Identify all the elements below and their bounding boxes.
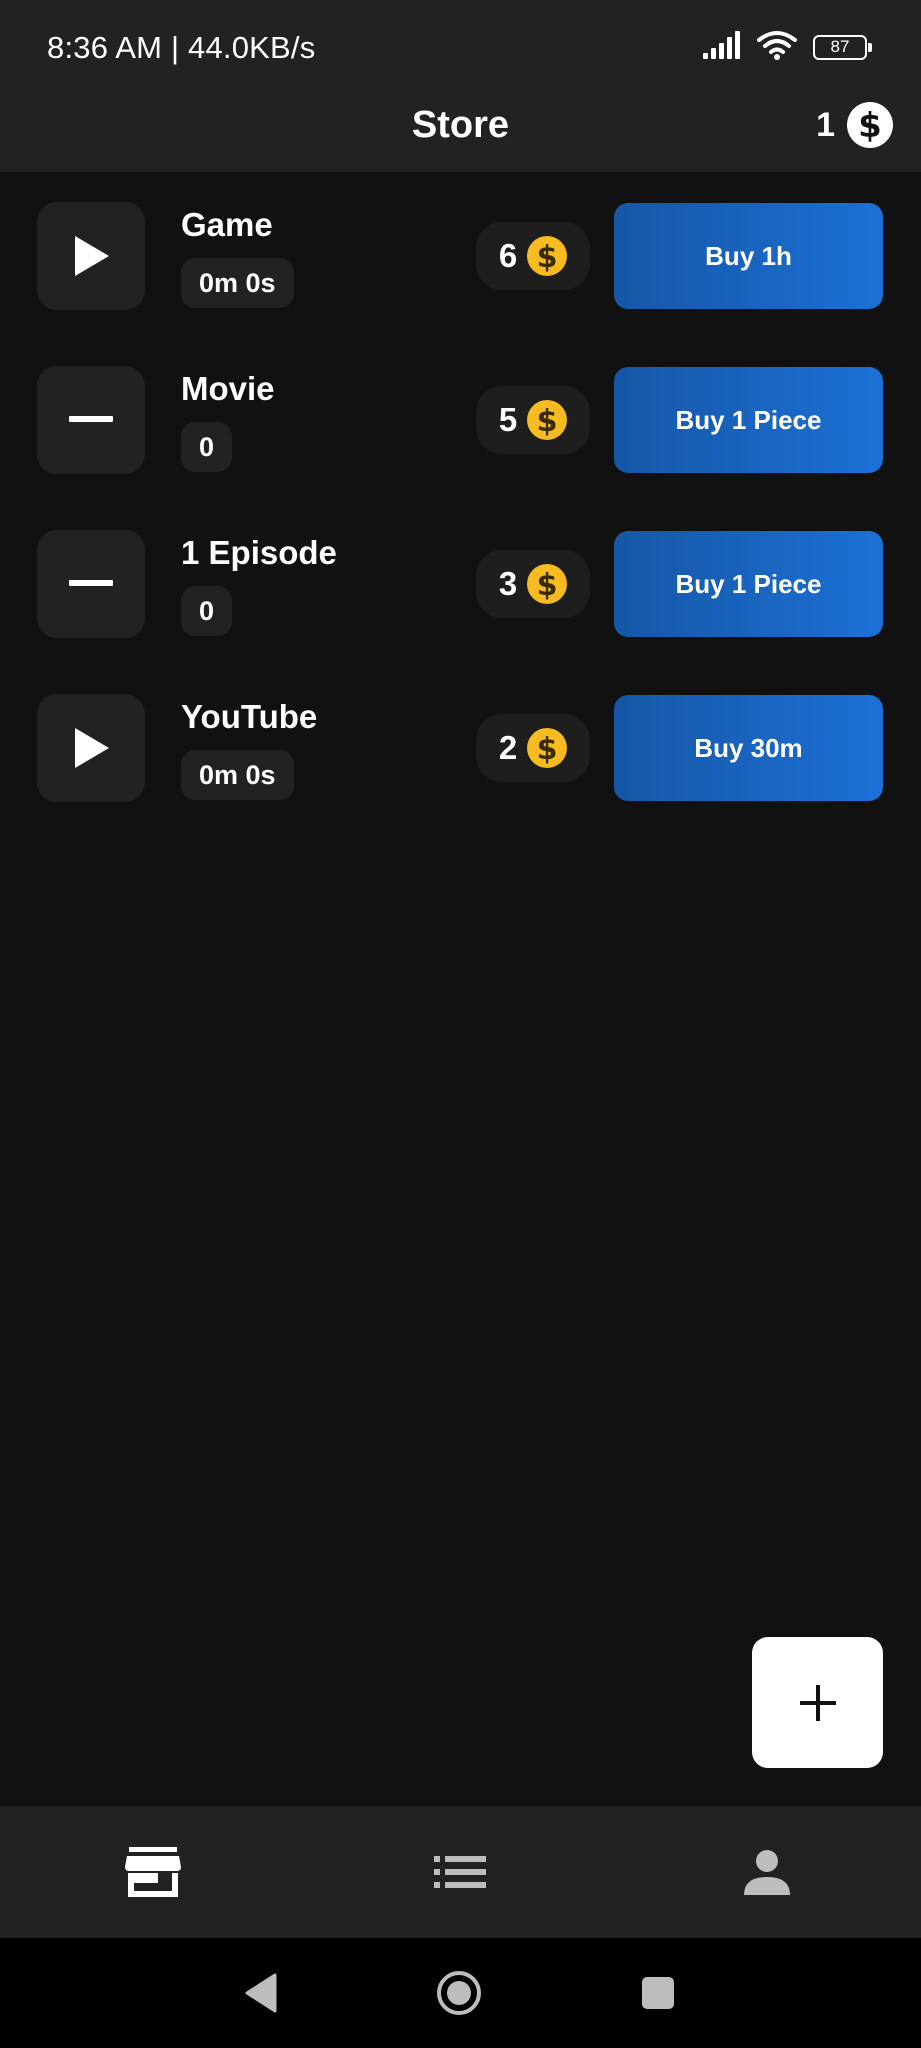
back-button[interactable] — [226, 1958, 296, 2028]
store-item-game: Game 0m 0s 6 $ Buy 1h — [0, 202, 921, 310]
buy-button[interactable]: Buy 1 Piece — [614, 531, 883, 637]
use-item-button[interactable] — [37, 366, 145, 474]
page-title: Store — [411, 104, 510, 146]
item-name: 1 Episode — [181, 534, 337, 571]
price-value: 2 — [498, 729, 518, 766]
minus-icon — [69, 416, 113, 422]
item-price: 2 $ — [476, 714, 590, 782]
dollar-coin-icon: $ — [847, 102, 893, 148]
item-name: YouTube — [181, 698, 318, 735]
svg-text:$: $ — [537, 568, 558, 600]
signal-icon — [703, 30, 745, 64]
start-timer-button[interactable] — [37, 202, 145, 310]
price-value: 6 — [498, 237, 518, 274]
svg-text:$: $ — [858, 107, 882, 143]
coin-balance: 1 $ — [816, 102, 893, 148]
coin-icon: $ — [527, 564, 568, 604]
coin-icon: $ — [527, 236, 568, 276]
balance-value: 1 — [816, 105, 835, 144]
status-bar: 8:36 AM | 44.0KB/s 87 — [0, 0, 921, 92]
minus-icon — [69, 580, 113, 586]
start-timer-button[interactable] — [37, 694, 145, 802]
buy-button[interactable]: Buy 1 Piece — [614, 367, 883, 473]
nav-profile[interactable] — [697, 1806, 837, 1938]
svg-text:$: $ — [537, 404, 558, 436]
svg-text:$: $ — [537, 240, 558, 272]
item-price: 5 $ — [476, 386, 590, 454]
nav-store[interactable] — [83, 1806, 223, 1938]
svg-text:$: $ — [537, 732, 558, 764]
store-item-episode: 1 Episode 0 3 $ Buy 1 Piece — [0, 530, 921, 638]
list-icon — [434, 1856, 486, 1888]
use-item-button[interactable] — [37, 530, 145, 638]
item-price: 6 $ — [476, 222, 590, 290]
coin-icon: $ — [527, 728, 568, 768]
home-icon — [437, 1971, 481, 2015]
status-icons: 87 — [703, 30, 872, 65]
price-value: 3 — [498, 565, 518, 602]
store-icon — [125, 1847, 181, 1897]
item-remaining: 0m 0s — [181, 258, 294, 308]
back-icon — [245, 1973, 277, 2013]
bottom-nav — [0, 1806, 921, 1938]
item-price: 3 $ — [476, 550, 590, 618]
item-remaining: 0 — [181, 422, 233, 472]
home-button[interactable] — [424, 1958, 494, 2028]
recents-button[interactable] — [623, 1958, 693, 2028]
battery-icon: 87 — [813, 34, 872, 60]
buy-button[interactable]: Buy 1h — [614, 203, 883, 309]
plus-icon — [799, 1684, 836, 1721]
store-item-youtube: YouTube 0m 0s 2 $ Buy 30m — [0, 694, 921, 802]
system-nav — [0, 1938, 921, 2048]
store-item-movie: Movie 0 5 $ Buy 1 Piece — [0, 366, 921, 474]
coin-icon: $ — [527, 400, 568, 440]
play-icon — [75, 236, 109, 276]
person-icon — [744, 1850, 790, 1895]
battery-level: 87 — [830, 37, 850, 56]
price-value: 5 — [498, 401, 518, 438]
app-bar: Store 1 $ — [0, 92, 921, 172]
add-item-button[interactable] — [752, 1637, 883, 1768]
recents-icon — [642, 1977, 674, 2009]
wifi-icon — [757, 30, 797, 65]
item-name: Movie — [181, 370, 275, 407]
status-time: 8:36 AM | 44.0KB/s — [47, 30, 316, 65]
item-remaining: 0m 0s — [181, 750, 294, 800]
play-icon — [75, 728, 109, 768]
buy-button[interactable]: Buy 30m — [614, 695, 883, 801]
item-remaining: 0 — [181, 586, 233, 636]
item-name: Game — [181, 206, 273, 243]
nav-list[interactable] — [390, 1806, 530, 1938]
